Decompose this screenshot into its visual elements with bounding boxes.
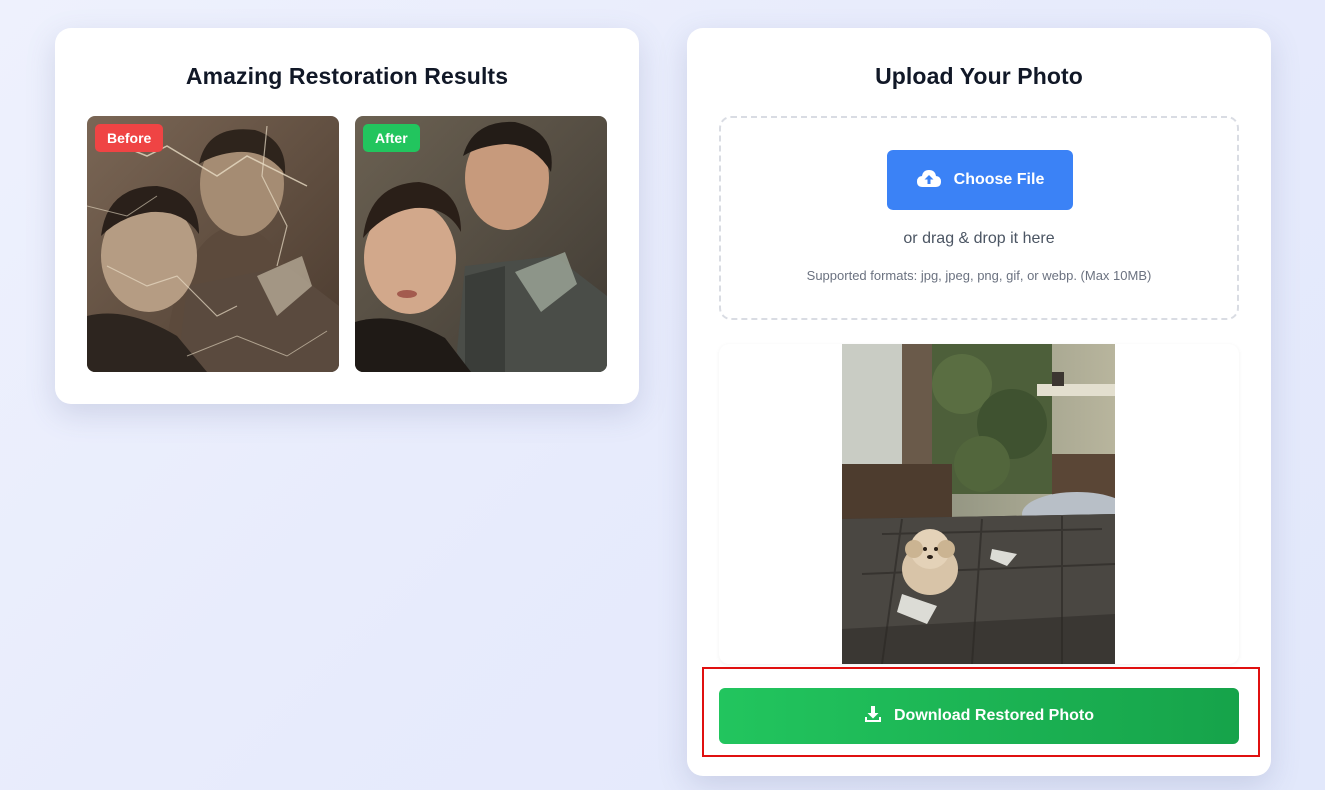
cloud-upload-icon <box>916 168 942 193</box>
results-title: Amazing Restoration Results <box>185 63 509 89</box>
upload-title: Upload Your Photo <box>875 63 1083 89</box>
choose-file-label: Choose File <box>953 171 1045 188</box>
upload-card: Upload Your Photo Choose File or drag & … <box>687 28 1271 776</box>
restored-preview-image <box>842 344 1115 664</box>
before-photo-image <box>87 116 339 372</box>
download-button-highlight <box>702 667 1260 757</box>
after-photo: After <box>355 116 607 372</box>
choose-file-button[interactable]: Choose File <box>887 150 1073 210</box>
restoration-results-card: Amazing Restoration Results Before After <box>55 28 639 404</box>
before-badge: Before <box>95 124 164 152</box>
drop-zone[interactable]: Choose File or drag & drop it here Suppo… <box>719 116 1239 320</box>
after-photo-image <box>355 116 607 372</box>
after-badge: After <box>363 124 420 152</box>
supported-formats-text: Supported formats: jpg, jpeg, png, gif, … <box>806 268 1152 283</box>
restored-preview <box>719 344 1239 664</box>
drag-drop-text: or drag & drop it here <box>903 230 1055 247</box>
before-photo: Before <box>87 116 339 372</box>
